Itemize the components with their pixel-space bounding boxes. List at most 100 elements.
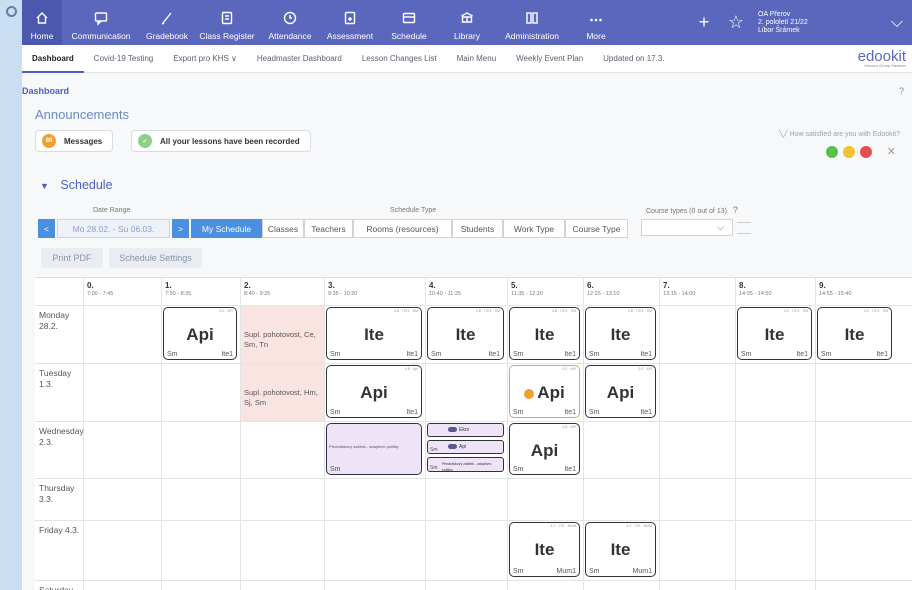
lesson-card[interactable]: 4.B · Api Api Sm Ite1	[326, 365, 422, 418]
period-header: 9. 14:55 - 15:40	[815, 278, 895, 305]
lessons-recorded-button[interactable]: ✓ All your lessons have been recorded	[131, 130, 311, 152]
mini-lesson-card[interactable]: Ekro	[427, 423, 504, 437]
schedule-type-work-type[interactable]: Work Type	[503, 219, 565, 238]
lesson-card[interactable]: 2.E · API Api Sm Ite1	[585, 365, 656, 418]
lesson-card[interactable]: 4.B · ITE1 · SM Ite Sm Ite1	[326, 307, 422, 360]
mini-chip-icon	[448, 444, 457, 450]
schedule-type-classes[interactable]: Classes	[262, 219, 304, 238]
nav-home[interactable]: Home	[22, 0, 62, 45]
lesson-teacher: Sm	[589, 409, 600, 416]
print-pdf-button[interactable]: Print PDF	[41, 248, 103, 268]
subnav-item[interactable]: Headmaster Dashboard	[247, 45, 352, 73]
assessment-icon	[344, 11, 356, 25]
lesson-room: Mum1	[556, 568, 576, 575]
prev-week-button[interactable]: <	[38, 219, 55, 238]
messages-button[interactable]: 80 Messages	[35, 130, 114, 152]
lesson-card[interactable]: 4.C · ITE1 · SM Ite Sm Ite1	[817, 307, 892, 360]
schedule-type-students[interactable]: Students	[452, 219, 503, 238]
lesson-card[interactable]: 4.C · ITE · MUM Ite Sm Mum1	[509, 522, 580, 577]
lesson-caption: 4.B · ITE1 · SM	[627, 309, 652, 313]
lesson-card[interactable]: 2.E · API Api Sm Ite1	[509, 365, 580, 418]
nav-administration[interactable]: Administration	[496, 0, 568, 45]
satisfaction-prompt[interactable]: ╲╱ How satisfied are you with Edookit?	[779, 130, 900, 138]
lesson-teacher: Sm	[513, 466, 524, 473]
lesson-card[interactable]: 4.B · API Api Sm Ite1	[509, 423, 580, 475]
next-week-button[interactable]: >	[172, 219, 189, 238]
lesson-subject-text: Api	[360, 383, 388, 402]
subnav-item[interactable]: Updated on 17.3.	[593, 45, 674, 73]
user-line-2: 2. pololetí 21/22	[758, 18, 808, 26]
schedule-type-label: Schedule Type	[390, 207, 437, 214]
nav-schedule[interactable]: Schedule	[380, 0, 438, 45]
schedule-type-rooms-resources-[interactable]: Rooms (resources)	[353, 219, 452, 238]
period-header: 7. 13:15 - 14:00	[659, 278, 735, 305]
period-number: 9.	[819, 281, 826, 290]
brand-logo[interactable]: edookit Unicorn Group Member	[858, 48, 906, 68]
lesson-caption: 2.E · API	[638, 367, 652, 371]
day-date: 2.3.	[39, 437, 54, 447]
day-name: Tuesday	[39, 368, 72, 378]
add-icon[interactable]: +	[688, 12, 720, 33]
lesson-card[interactable]: 4.B · ITE1 · SM Ite Sm Ite1	[585, 307, 656, 360]
lesson-card[interactable]: 4.B · ITE1 · SM Ite Sm Ite1	[509, 307, 580, 360]
magnifier-icon[interactable]	[6, 6, 17, 17]
period-time: 14:55 - 15:40	[819, 291, 852, 297]
subnav-item[interactable]: Lesson Changes List	[352, 45, 447, 73]
subnav-item[interactable]: Dashboard	[22, 45, 84, 73]
period-number: 3.	[328, 281, 335, 290]
close-icon[interactable]: ✕	[887, 145, 896, 158]
nav-library[interactable]: Library	[438, 0, 496, 45]
lesson-teacher: Sm	[330, 409, 341, 416]
substitution-cell[interactable]: Supl. pohotovost, Ce, Sm, Tn	[241, 306, 324, 363]
mini-lesson-card[interactable]: Přednáškový zážitek - adaptivní politiky…	[427, 457, 504, 472]
lesson-card[interactable]: 4.B · ITE1 · SM Ite Sm Ite1	[427, 307, 504, 360]
subnav-item[interactable]: Covid-19 Testing	[84, 45, 163, 73]
lesson-teacher: Sm	[167, 351, 178, 358]
period-header: 0. 7:00 - 7:45	[83, 278, 161, 305]
lesson-card[interactable]: 2.E · API Api Sm Ite1	[163, 307, 237, 360]
course-types-help-icon[interactable]: ?	[733, 205, 738, 215]
period-time: 12:25 - 13:10	[587, 291, 620, 297]
lesson-card[interactable]: 4.C · ITE1 · SM Ite Sm Ite1	[737, 307, 812, 360]
schedule-type-teachers[interactable]: Teachers	[304, 219, 353, 238]
schedule-section-toggle[interactable]: ▼ Schedule	[40, 178, 113, 192]
period-time: 14:05 - 14:50	[739, 291, 772, 297]
neutral-face-icon[interactable]	[842, 145, 855, 158]
schedule-settings-button[interactable]: Schedule Settings	[109, 248, 202, 268]
day-label: Saturday	[39, 585, 73, 590]
nav-communication[interactable]: Communication	[62, 0, 140, 45]
sad-face-icon[interactable]	[859, 145, 872, 158]
happy-face-icon[interactable]	[825, 145, 838, 158]
lesson-subject-text: Ite	[364, 325, 384, 344]
lesson-card[interactable]: 4.C · ITE · MUM Ite Sm Mum1	[585, 522, 656, 577]
nav-gradebook[interactable]: Gradebook	[140, 0, 194, 45]
schedule-type-my-schedule[interactable]: My Schedule	[191, 219, 262, 238]
period-number: 2.	[244, 281, 251, 290]
star-icon[interactable]: ☆	[720, 12, 752, 33]
course-types-select[interactable]: ⌵	[641, 219, 733, 236]
subnav-item[interactable]: Export pro KHS ∨	[163, 45, 247, 73]
lesson-subject: Ite	[738, 325, 811, 345]
nav-assessment[interactable]: Assessment	[320, 0, 380, 45]
nav-attendance[interactable]: Attendance	[260, 0, 320, 45]
lesson-teacher: Sm	[431, 351, 442, 358]
date-range-field[interactable]: Mo 28.02. - Su 06.03.	[57, 219, 170, 238]
nav-label: Assessment	[326, 31, 374, 41]
subnav-item[interactable]: Main Menu	[447, 45, 507, 73]
help-icon[interactable]: ?	[899, 86, 904, 96]
user-menu[interactable]: OA Přerov 2. pololetí 21/22 Libor Šrámek	[752, 11, 882, 35]
chevron-down-icon[interactable]: ⌵	[882, 14, 912, 32]
schedule-type-course-type[interactable]: Course Type	[565, 219, 628, 238]
lesson-subject: Api	[510, 383, 579, 403]
substitution-cell[interactable]: Supl. pohotovost, Hm, Sj, Sm	[241, 364, 324, 421]
mini-lesson-card[interactable]: Api Sm	[427, 440, 504, 454]
lesson-subject-text: Api	[530, 441, 559, 460]
period-header: 4. 10:40 - 11:25	[425, 278, 507, 305]
nav-more[interactable]: More	[568, 0, 624, 45]
event-card[interactable]: Přednáškový zážitek - adaptivní politiky…	[326, 423, 422, 475]
left-edge-strip	[0, 0, 22, 590]
nav-class-register[interactable]: Class Register	[194, 0, 260, 45]
breadcrumb[interactable]: Dashboard	[22, 86, 69, 96]
admin-icon	[526, 12, 538, 24]
subnav-item[interactable]: Weekly Event Plan	[506, 45, 593, 73]
